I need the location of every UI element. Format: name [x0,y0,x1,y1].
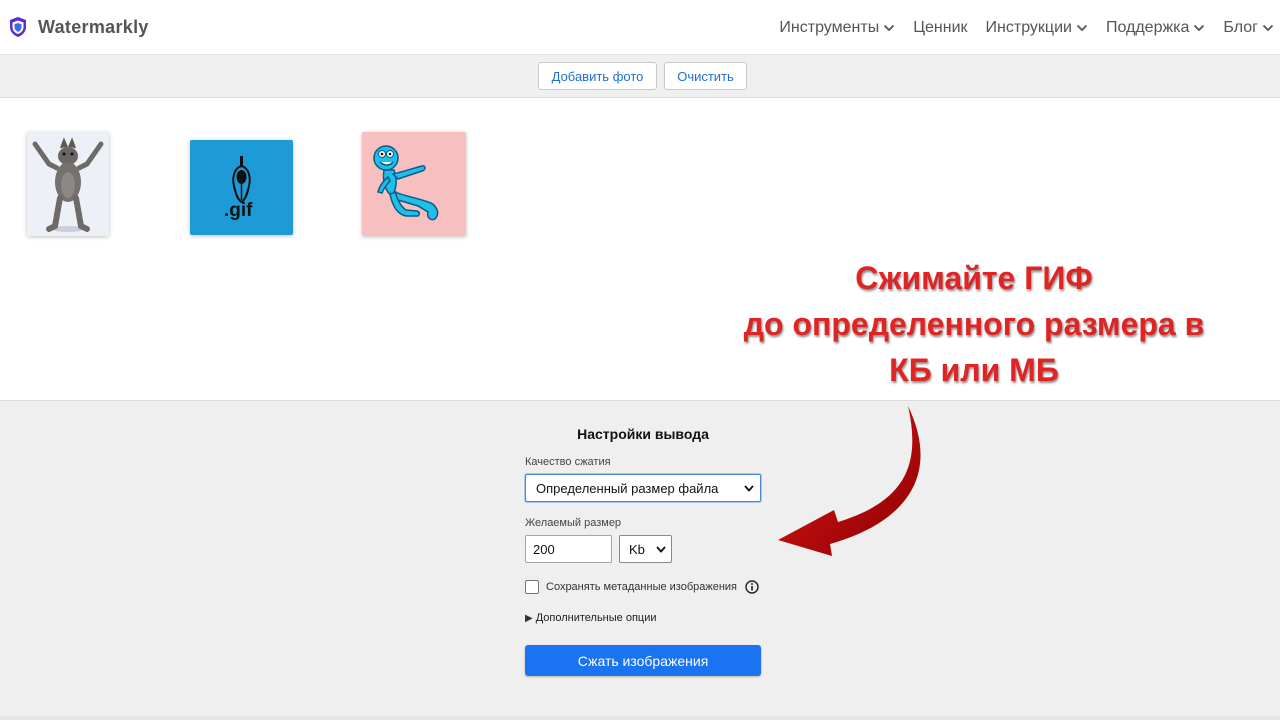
chevron-down-icon [1194,24,1205,32]
settings-title: Настройки вывода [577,426,709,442]
thumbnail-dancing-cat[interactable] [27,132,109,236]
unit-select-value: Kb [629,541,645,557]
promo-line-3: КБ или МБ [889,352,1059,388]
add-photo-button[interactable]: Добавить фото [538,62,657,90]
unit-select[interactable]: Kb [619,535,672,563]
metadata-checkbox[interactable] [525,580,539,594]
main-nav: Инструменты Ценник Инструкции Поддержка … [761,19,1274,37]
chevron-down-icon [656,545,666,553]
chevron-down-icon [884,24,895,32]
chevron-down-icon [1262,24,1274,32]
cartoon-character-image [373,145,439,221]
red-arrow-icon [778,406,921,556]
nav-blog[interactable]: Блог [1223,19,1274,37]
quality-select-value: Определенный размер файла [536,480,719,496]
promo-line-1: Сжимайте ГИФ [855,260,1093,296]
nav-support-label: Поддержка [1105,19,1190,36]
brand-logo[interactable]: Watermarkly [8,16,149,38]
size-input-value: 200 [533,541,555,557]
image-gallery: .gif Сжимайте ГИФ до определенного разме… [0,98,1280,400]
chevron-down-icon [1076,24,1088,32]
more-options-label: Дополнительные опции [535,612,657,624]
size-input[interactable]: 200 [525,535,612,563]
nav-pricing-label: Ценник [913,19,968,36]
brand-name: Watermarkly [38,16,149,37]
nav-tools-label: Инструменты [779,19,880,36]
metadata-option: Сохранять метаданные изображения [525,580,759,594]
top-header: Watermarkly Инструменты Ценник Инструкци… [0,0,1280,55]
size-label: Желаемый размер [525,517,622,529]
metadata-label[interactable]: Сохранять метаданные изображения [546,581,737,593]
cat-image [32,137,104,232]
promo-line-2: до определенного размера в [743,306,1205,342]
quality-label: Качество сжатия [525,456,611,468]
nav-instructions[interactable]: Инструкции [986,19,1088,37]
chevron-down-icon [744,484,754,492]
info-icon[interactable] [745,580,759,594]
nav-pricing[interactable]: Ценник [913,19,967,37]
output-settings-section: Настройки вывода Качество сжатия Определ… [0,400,1280,720]
shield-logo-icon [10,17,26,37]
compress-images-button[interactable]: Сжать изображения [525,645,761,676]
image-toolbar: Добавить фото Очистить [0,55,1280,98]
clear-button[interactable]: Очистить [664,62,747,90]
triangle-right-icon: ▶ [525,612,533,624]
thumbnail-gif-icon[interactable]: .gif [190,140,293,235]
nav-tools[interactable]: Инструменты [779,19,895,37]
thumbnail-blue-cartoon[interactable] [362,132,466,236]
nav-support[interactable]: Поддержка [1106,19,1205,37]
nav-instructions-label: Инструкции [985,19,1072,36]
more-options-toggle[interactable]: ▶ Дополнительные опции [525,612,657,624]
quality-select[interactable]: Определенный размер файла [525,474,761,502]
bottom-divider [0,716,1280,720]
gif-file-label: .gif [224,200,253,221]
nav-blog-label: Блог [1223,19,1258,36]
promo-text: Сжимайте ГИФ до определенного размера в … [700,255,1248,393]
